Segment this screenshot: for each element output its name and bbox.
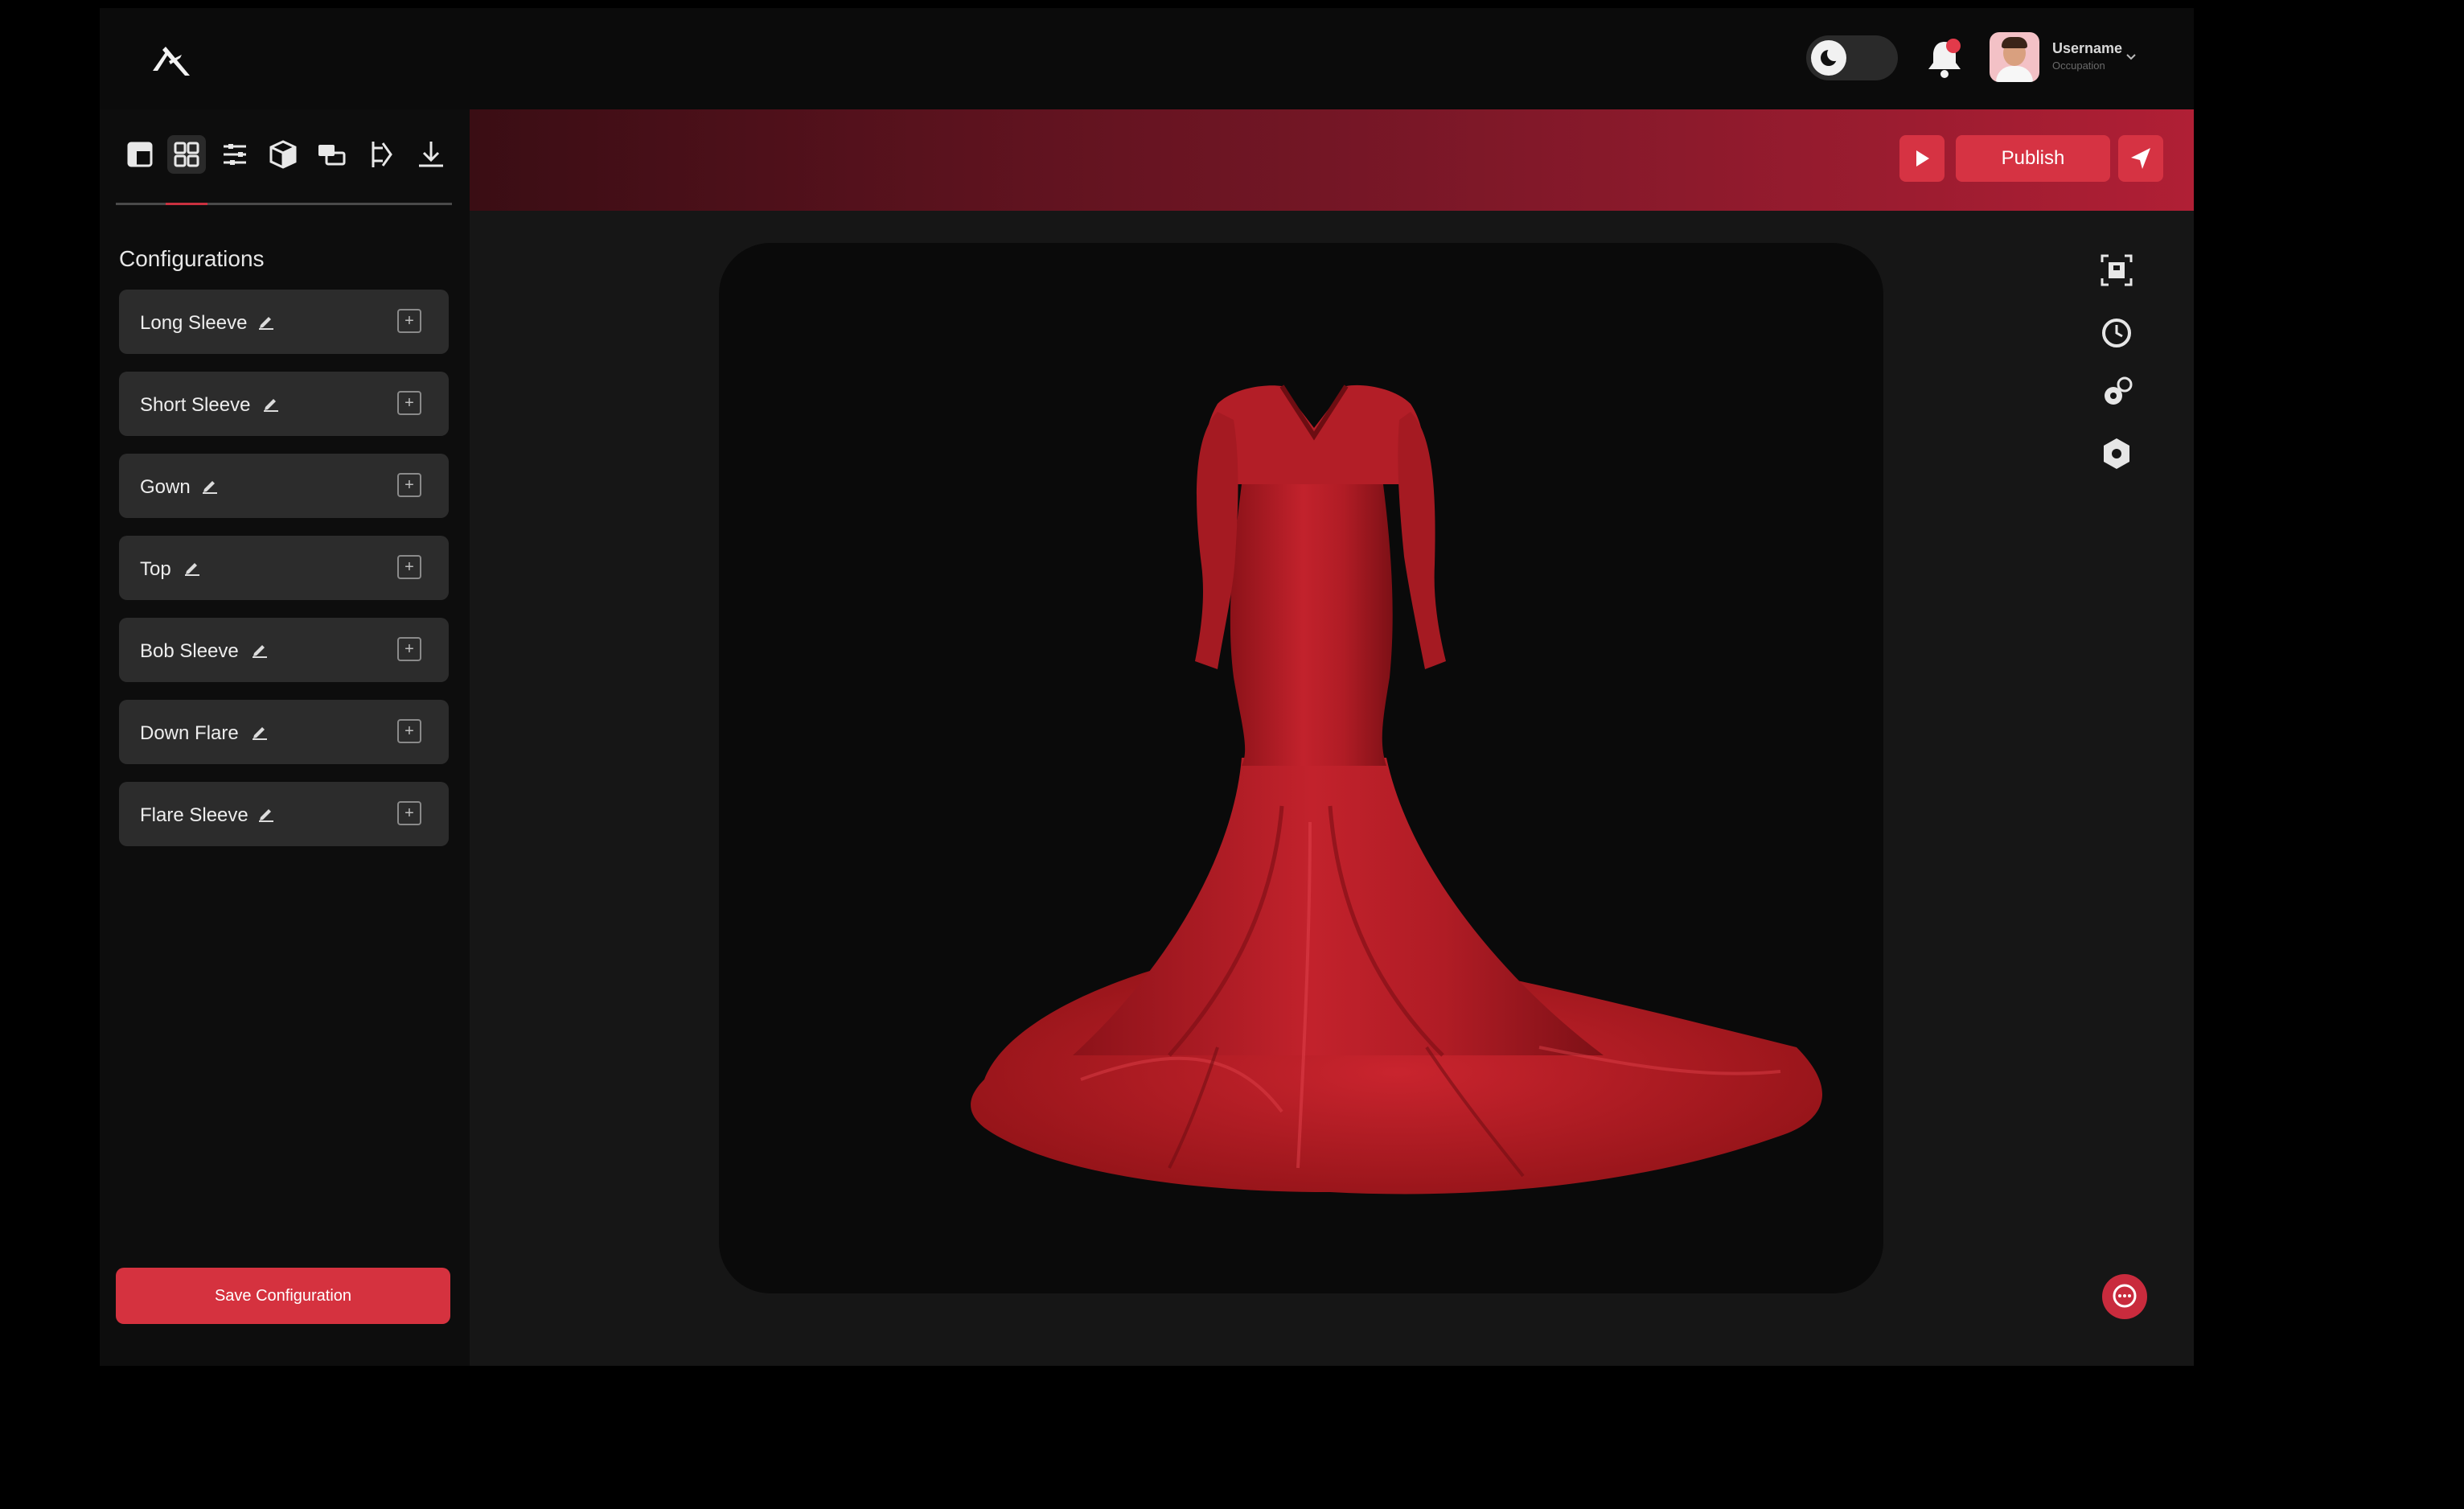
config-item-down-flare[interactable]: Down Flare + <box>119 700 449 764</box>
editor-header: Publish <box>470 109 2194 211</box>
settings-gears-icon[interactable] <box>2099 375 2134 410</box>
top-bar: Username Occupation <box>100 8 2194 109</box>
edit-pencil-icon[interactable] <box>251 722 269 740</box>
config-item-long-sleeve[interactable]: Long Sleeve + <box>119 290 449 354</box>
config-label: Top <box>140 558 171 580</box>
layers-icon[interactable] <box>315 138 347 171</box>
add-config-button[interactable]: + <box>397 309 421 333</box>
add-config-button[interactable]: + <box>397 719 421 743</box>
chevron-down-icon[interactable] <box>2125 50 2138 63</box>
cube-icon[interactable] <box>267 138 299 171</box>
layout-icon[interactable] <box>124 138 156 171</box>
config-item-gown[interactable]: Gown + <box>119 454 449 518</box>
moon-icon <box>1811 40 1846 76</box>
hexagon-icon[interactable] <box>2099 436 2134 471</box>
user-name[interactable]: Username <box>2052 40 2122 57</box>
send-button[interactable] <box>2118 135 2163 182</box>
download-icon[interactable] <box>415 138 447 171</box>
config-item-bob-sleeve[interactable]: Bob Sleeve + <box>119 618 449 682</box>
config-label: Flare Sleeve <box>140 804 248 826</box>
publish-button[interactable]: Publish <box>1956 135 2110 182</box>
edit-pencil-icon[interactable] <box>183 558 201 576</box>
edit-pencil-icon[interactable] <box>251 640 269 658</box>
add-config-button[interactable]: + <box>397 555 421 579</box>
add-config-button[interactable]: + <box>397 801 421 825</box>
edit-pencil-icon[interactable] <box>257 804 275 822</box>
user-occupation: Occupation <box>2052 60 2105 72</box>
play-icon <box>1916 150 1929 167</box>
gown-3d-model <box>971 384 1823 1194</box>
history-icon[interactable] <box>2099 315 2134 351</box>
config-item-short-sleeve[interactable]: Short Sleeve + <box>119 372 449 436</box>
add-config-button[interactable]: + <box>397 637 421 661</box>
flow-icon[interactable] <box>365 138 397 171</box>
sliders-icon[interactable] <box>219 138 251 171</box>
config-label: Bob Sleeve <box>140 640 239 662</box>
edit-pencil-icon[interactable] <box>257 312 275 330</box>
sidebar-toolbar <box>119 132 457 177</box>
notification-badge <box>1946 39 1961 53</box>
chat-button[interactable] <box>2102 1274 2147 1319</box>
send-arrow-icon <box>2131 148 2150 169</box>
active-tool-indicator <box>166 203 207 205</box>
config-label: Short Sleeve <box>140 394 251 416</box>
edit-pencil-icon[interactable] <box>262 394 280 412</box>
3d-viewport[interactable] <box>719 243 1883 1293</box>
brand-logo-icon[interactable] <box>145 37 201 85</box>
config-label: Long Sleeve <box>140 312 248 334</box>
configuration-list: Long Sleeve + Short Sleeve + Gown + Top … <box>119 290 449 864</box>
edit-pencil-icon[interactable] <box>201 476 219 494</box>
frame-icon[interactable] <box>2099 253 2134 288</box>
config-item-top[interactable]: Top + <box>119 536 449 600</box>
config-label: Down Flare <box>140 722 239 744</box>
section-title: Configurations <box>119 246 265 271</box>
add-config-button[interactable]: + <box>397 473 421 497</box>
app-window: Username Occupation Configurations Long … <box>100 8 2194 1366</box>
avatar[interactable] <box>1990 32 2039 82</box>
play-preview-button[interactable] <box>1899 135 1945 182</box>
theme-toggle[interactable] <box>1806 35 1898 80</box>
config-label: Gown <box>140 476 191 498</box>
save-configuration-button[interactable]: Save Configuration <box>116 1268 450 1324</box>
sidebar: Configurations Long Sleeve + Short Sleev… <box>100 109 470 1366</box>
chat-bubble-icon <box>2113 1284 2137 1308</box>
add-config-button[interactable]: + <box>397 391 421 415</box>
config-item-flare-sleeve[interactable]: Flare Sleeve + <box>119 782 449 846</box>
grid-icon[interactable] <box>167 135 206 174</box>
